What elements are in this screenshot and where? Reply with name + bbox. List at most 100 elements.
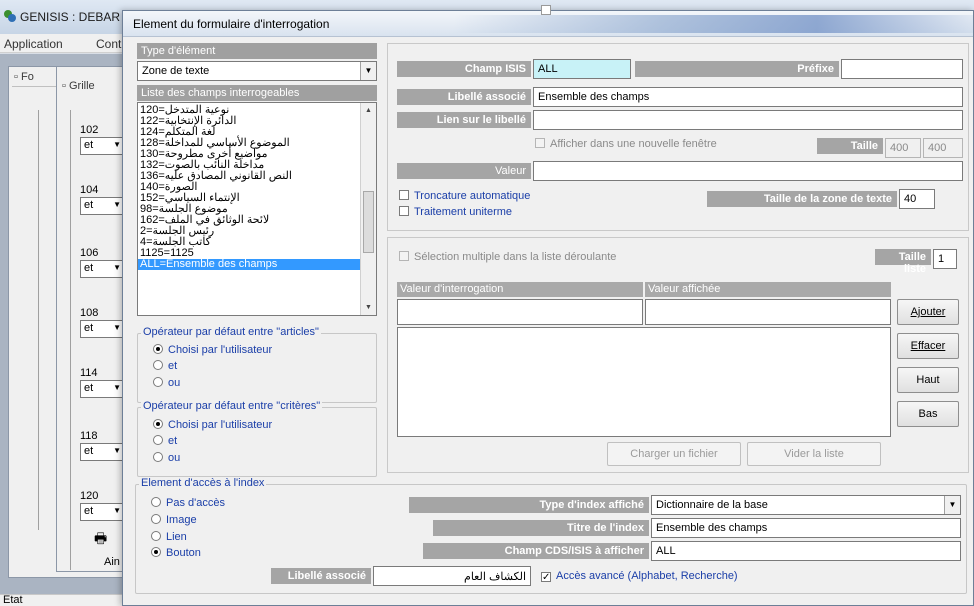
row-number: 106 — [80, 247, 99, 259]
row-number: 102 — [80, 124, 99, 136]
lien-label: Lien sur le libellé — [397, 112, 531, 128]
index-option-bouton[interactable]: Bouton — [151, 547, 201, 560]
troncature-checkbox[interactable]: Troncature automatique — [399, 190, 530, 202]
champ-isis-label: Champ ISIS — [397, 61, 531, 77]
field-list-item[interactable]: ALL=Ensemble des champs — [138, 259, 360, 270]
dialog-title: Element du formulaire d'interrogation — [133, 17, 330, 31]
op-criteres-option-et[interactable]: et — [153, 435, 177, 448]
champ-isis-input[interactable]: ALL — [533, 59, 631, 79]
checkbox-icon[interactable] — [535, 138, 545, 148]
app-icon — [4, 10, 16, 22]
libelle-assoc2-label: Libellé associé — [271, 568, 371, 584]
row-operator-combo[interactable]: et — [80, 380, 124, 398]
champ-cds-input[interactable]: ALL — [651, 541, 961, 561]
vider-liste-button[interactable]: Vider la liste — [747, 442, 881, 466]
scroll-thumb[interactable] — [363, 191, 374, 253]
nouvelle-fenetre-checkbox[interactable]: Afficher dans une nouvelle fenêtre — [535, 138, 717, 150]
check-icon[interactable]: ✓ — [541, 572, 551, 583]
op-criteres-option-user[interactable]: Choisi par l'utilisateur — [153, 419, 272, 432]
taille-label: Taille — [817, 138, 883, 154]
child-window-grille-title: ▫ Grille — [62, 80, 95, 92]
titlebar-gradient — [453, 15, 973, 33]
valeur-input[interactable] — [533, 161, 963, 181]
checkbox-icon[interactable] — [399, 251, 409, 261]
taille-liste-label: Taille liste — [875, 249, 931, 275]
uniterme-checkbox[interactable]: Traitement uniterme — [399, 206, 512, 218]
prefixe-label: Préfixe — [635, 61, 839, 77]
selection-multiple-checkbox[interactable]: Sélection multiple dans la liste déroula… — [399, 251, 616, 263]
row-operator-combo[interactable]: et — [80, 137, 124, 155]
checkbox-icon[interactable] — [399, 206, 409, 216]
query-element-dialog: Element du formulaire d'interrogation Ty… — [122, 5, 974, 606]
op-articles-option-ou[interactable]: ou — [153, 377, 180, 390]
index-option-image[interactable]: Image — [151, 514, 197, 527]
form-icon: ▫ — [62, 80, 66, 92]
effacer-button[interactable]: Effacer — [897, 333, 959, 359]
child-window-fo-title: ▫ Fo — [14, 71, 34, 83]
op-articles-option-et[interactable]: et — [153, 360, 177, 373]
op-criteres-label: Opérateur par défaut entre "critères" — [141, 400, 323, 412]
taille-zone-label: Taille de la zone de texte — [707, 191, 897, 207]
ajouter-button[interactable]: Ajouter — [897, 299, 959, 325]
taille-width-input[interactable]: 400 — [885, 138, 921, 158]
libelle-assoc2-input[interactable]: الكشاف العام — [373, 566, 531, 586]
titre-index-input[interactable]: Ensemble des champs — [651, 518, 961, 538]
radio-icon[interactable] — [151, 497, 161, 507]
radio-selected-icon[interactable] — [151, 547, 161, 557]
type-index-label: Type d'index affiché — [409, 497, 649, 513]
op-articles-option-user[interactable]: Choisi par l'utilisateur — [153, 344, 272, 357]
charger-fichier-button[interactable]: Charger un fichier — [607, 442, 741, 466]
radio-selected-icon[interactable] — [153, 344, 163, 354]
app-title: GENISIS : DEBAR — [20, 10, 121, 24]
taille-zone-input[interactable]: 40 — [899, 189, 935, 209]
taille-height-input[interactable]: 400 — [923, 138, 963, 158]
index-option-lien[interactable]: Lien — [151, 531, 187, 544]
scroll-up-icon[interactable]: ▲ — [361, 103, 376, 118]
resize-handle-icon[interactable] — [541, 5, 551, 15]
radio-icon[interactable] — [153, 360, 163, 370]
row-operator-combo[interactable]: et — [80, 503, 124, 521]
menu-cont[interactable]: Cont — [96, 37, 121, 51]
prefixe-input[interactable] — [841, 59, 963, 79]
element-type-value: Zone de texte — [142, 65, 210, 77]
menu-application[interactable]: Application — [4, 37, 63, 51]
champ-cds-label: Champ CDS/ISIS à afficher — [423, 543, 649, 559]
radio-icon[interactable] — [151, 531, 161, 541]
scroll-down-icon[interactable]: ▼ — [361, 300, 376, 315]
index-option-pas-acces[interactable]: Pas d'accès — [151, 497, 225, 510]
row-operator-combo[interactable]: et — [80, 260, 124, 278]
fields-scrollbar[interactable]: ▲ ▼ — [360, 103, 376, 315]
op-criteres-option-ou[interactable]: ou — [153, 452, 180, 465]
element-type-select[interactable]: Zone de texte ▼ — [137, 61, 377, 81]
status-text: Etat — [3, 594, 23, 606]
lien-input[interactable] — [533, 110, 963, 130]
chevron-down-icon[interactable]: ▼ — [360, 62, 376, 80]
interrogation-value-input[interactable] — [397, 299, 643, 325]
bas-button[interactable]: Bas — [897, 401, 959, 427]
row-operator-combo[interactable]: et — [80, 443, 124, 461]
haut-button[interactable]: Haut — [897, 367, 959, 393]
type-index-value: Dictionnaire de la base — [656, 499, 768, 511]
values-listbox[interactable] — [397, 327, 891, 437]
acces-avance-checkbox[interactable]: ✓ Accès avancé (Alphabet, Recherche) — [541, 570, 738, 583]
libelle-input[interactable]: Ensemble des champs — [533, 87, 963, 107]
radio-selected-icon[interactable] — [153, 419, 163, 429]
type-section-header: Type d'élément — [137, 43, 377, 59]
taille-liste-input[interactable]: 1 — [933, 249, 957, 269]
type-index-select[interactable]: Dictionnaire de la base ▼ — [651, 495, 961, 515]
radio-icon[interactable] — [151, 514, 161, 524]
radio-icon[interactable] — [153, 435, 163, 445]
grid-line — [70, 110, 71, 570]
affichee-value-input[interactable] — [645, 299, 891, 325]
fields-list-items: نوعية المتدخل=120 الدائرة الإنتخابية=122 ل… — [138, 105, 360, 270]
row-operator-combo[interactable]: et — [80, 320, 124, 338]
grid-line — [38, 110, 39, 530]
checkbox-icon[interactable] — [399, 190, 409, 200]
chevron-down-icon[interactable]: ▼ — [944, 496, 960, 514]
fields-listbox[interactable]: نوعية المتدخل=120 الدائرة الإنتخابية=122 ل… — [137, 102, 377, 316]
printer-icon[interactable]: 🖶 — [94, 528, 107, 552]
row-operator-combo[interactable]: et — [80, 197, 124, 215]
radio-icon[interactable] — [153, 377, 163, 387]
row-number: 114 — [80, 367, 98, 379]
radio-icon[interactable] — [153, 452, 163, 462]
